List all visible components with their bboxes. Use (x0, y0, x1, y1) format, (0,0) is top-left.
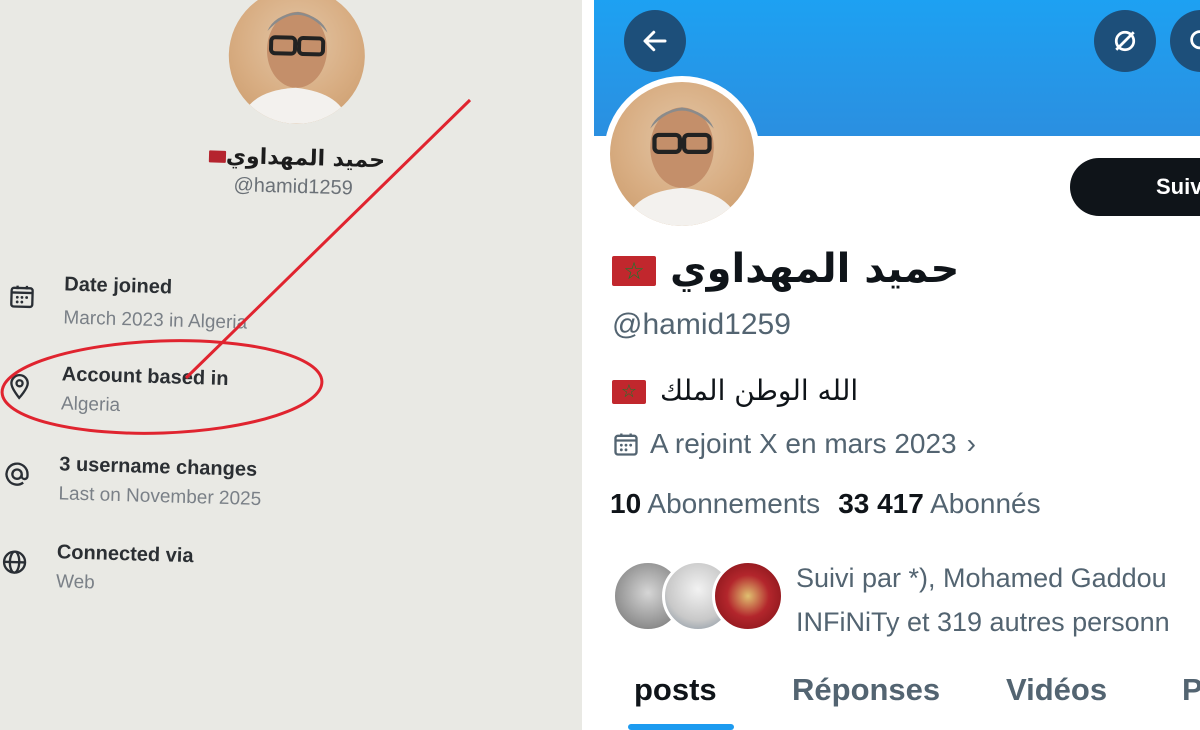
account-based-in-title: Account based in (61, 363, 229, 391)
flag-icon (208, 150, 227, 163)
panel-divider (582, 0, 594, 730)
calendar-icon (614, 433, 638, 456)
followed-by-line-1: Suivi par *), Mohamed Gaddou (796, 563, 1167, 593)
followed-by-line-2: INFiNiTy et 319 autres personn (796, 607, 1170, 637)
followers-link[interactable]: 33 417 Abonnés (838, 488, 1040, 519)
handle: @hamid1259 (233, 174, 354, 200)
back-arrow-icon (643, 30, 667, 52)
connected-via-value: Web (55, 571, 96, 594)
at-sign-icon (5, 462, 29, 486)
avatar (712, 560, 784, 632)
follow-button[interactable]: Suiv (1070, 158, 1200, 216)
follow-stats: 10 Abonnements 33 417 Abonnés (610, 488, 1041, 520)
morocco-flag-icon (612, 256, 656, 286)
username-changes-value: Last on November 2025 (58, 483, 262, 510)
search-icon (1190, 30, 1200, 50)
join-date[interactable]: A rejoint X en mars 2023 › (612, 428, 976, 460)
date-joined-title: Date joined (64, 273, 173, 299)
followers-you-know-avatars[interactable] (612, 560, 784, 636)
profile-avatar (226, 0, 367, 126)
globe-icon (2, 550, 27, 574)
tab-videos[interactable]: Vidéos (1006, 672, 1107, 708)
following-label: Abonnements (647, 488, 821, 519)
tab-replies[interactable]: Réponses (792, 672, 940, 708)
handle: @hamid1259 (612, 308, 791, 341)
tab-posts[interactable]: posts (634, 672, 717, 708)
followers-count: 33 417 (838, 488, 924, 519)
display-name: حميد المهداوي (199, 143, 390, 173)
tab-photos[interactable]: P (1182, 672, 1200, 708)
connected-via-title: Connected via (56, 541, 194, 568)
display-name: حميد المهداوي (612, 246, 959, 292)
grok-icon (1114, 30, 1136, 52)
followed-by-text[interactable]: Suivi par *), Mohamed Gaddou INFiNiTy et… (796, 556, 1170, 644)
location-pin-icon (10, 374, 29, 400)
grok-button[interactable] (1094, 10, 1156, 72)
bio: الله الوطن الملك (612, 374, 858, 407)
profile-tabs: posts Réponses Vidéos P (594, 664, 1200, 730)
profile-panel: Suiv حميد المهداوي @hamid1259 الله الوطن… (594, 0, 1200, 730)
back-button[interactable] (624, 10, 686, 72)
calendar-icon (10, 285, 34, 309)
profile-avatar[interactable] (604, 76, 760, 232)
about-account-panel: حميد المهداوي @hamid1259 Date joined Mar… (0, 0, 582, 730)
account-based-in-value: Algeria (60, 393, 121, 417)
join-date-text: A rejoint X en mars 2023 (650, 428, 957, 459)
following-link[interactable]: 10 Abonnements (610, 488, 820, 519)
morocco-flag-icon (612, 380, 646, 404)
username-changes-title: 3 username changes (59, 453, 258, 481)
chevron-right-icon: › (966, 428, 976, 459)
date-joined-value: March 2023 in Algeria (63, 307, 248, 334)
followers-label: Abonnés (930, 488, 1041, 519)
following-count: 10 (610, 488, 642, 519)
active-tab-indicator (628, 724, 734, 730)
